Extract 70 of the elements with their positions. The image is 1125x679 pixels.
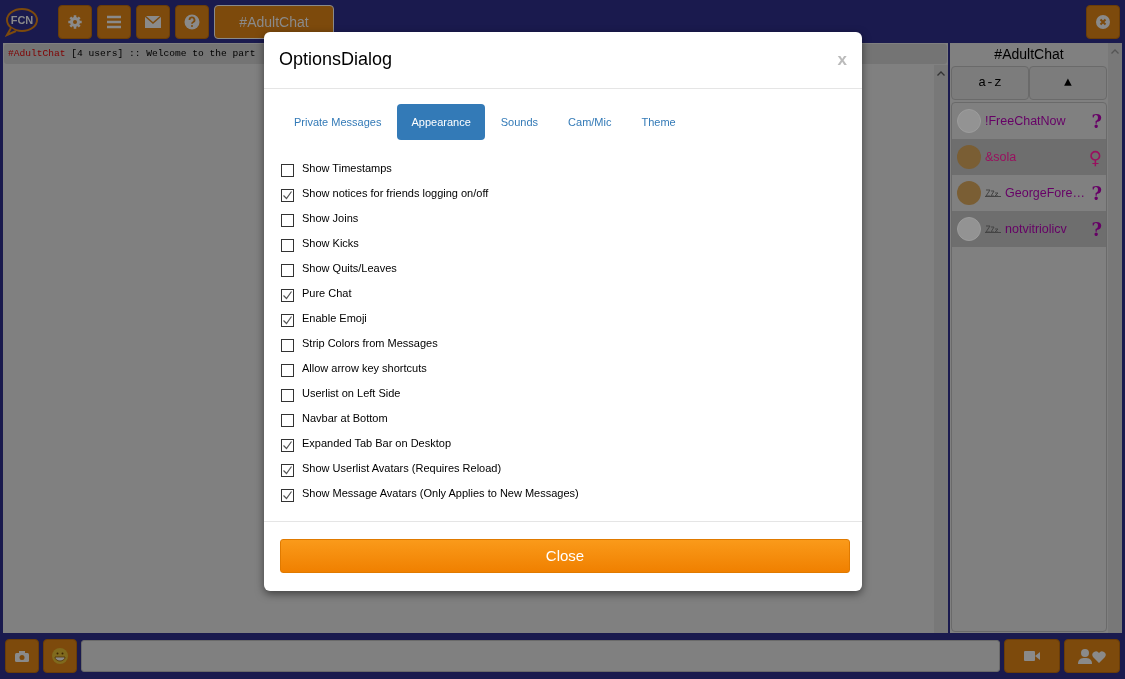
help-button[interactable]	[175, 5, 209, 39]
user-row[interactable]: notvitriolicv ?	[952, 211, 1106, 247]
checkbox[interactable]	[281, 388, 294, 402]
gear-icon	[67, 14, 83, 30]
sort-button[interactable]: a-z	[951, 66, 1029, 100]
smiley-icon	[51, 647, 69, 665]
option-label: Allow arrow key shortcuts	[302, 361, 427, 377]
option-label: Show Joins	[302, 211, 359, 227]
close-icon	[1095, 14, 1111, 30]
close-button[interactable]: Close	[280, 539, 850, 574]
gender-symbol: ?	[1091, 109, 1102, 134]
menu-button[interactable]	[97, 5, 131, 39]
gender-symbol: ♀	[1088, 145, 1102, 170]
checkbox[interactable]	[281, 213, 294, 227]
user-name: GeorgeFore…	[1005, 184, 1085, 202]
menu-icon	[106, 15, 122, 29]
sort-button[interactable]: ▲	[1029, 66, 1107, 100]
camera-icon	[14, 649, 30, 663]
checkbox[interactable]	[281, 413, 294, 427]
video-button[interactable]	[1004, 639, 1060, 673]
option-label: Show Quits/Leaves	[302, 261, 397, 277]
camera-button[interactable]	[5, 639, 39, 673]
dialog-tab[interactable]: Theme	[627, 103, 690, 141]
dialog-tab[interactable]: Cam/Mic	[554, 103, 626, 141]
checkbox[interactable]	[281, 288, 294, 302]
checkbox[interactable]	[281, 438, 294, 452]
checkbox[interactable]	[281, 238, 294, 252]
dialog-tab[interactable]: Appearance	[397, 103, 485, 141]
gender-symbol: ?	[1091, 181, 1102, 206]
mail-button[interactable]	[136, 5, 170, 39]
close-channel-button[interactable]	[1086, 5, 1120, 39]
option-label: Pure Chat	[302, 286, 352, 302]
help-icon	[184, 14, 200, 30]
option-label: Show Timestamps	[302, 161, 392, 177]
option-label: Show Userlist Avatars (Requires Reload)	[302, 461, 502, 477]
option-label: Show notices for friends logging on/off	[302, 186, 489, 202]
user-row[interactable]: GeorgeFore… ?	[952, 175, 1106, 211]
scroll-up-icon[interactable]	[937, 71, 945, 77]
message-input[interactable]	[81, 640, 1000, 672]
option-label: Show Kicks	[302, 236, 359, 252]
settings-button[interactable]	[58, 5, 92, 39]
option-label: Userlist on Left Side	[302, 386, 401, 402]
envelope-icon	[144, 15, 162, 29]
video-camera-icon	[1023, 650, 1041, 662]
user-row[interactable]: !FreeChatNow ?	[952, 103, 1106, 139]
checkbox[interactable]	[281, 163, 294, 177]
dialog-tab[interactable]: Private Messages	[280, 103, 396, 141]
checkbox[interactable]	[281, 338, 294, 352]
gender-symbol: ?	[1091, 217, 1102, 242]
checkbox[interactable]	[281, 263, 294, 277]
checkbox[interactable]	[281, 488, 294, 502]
user-name: !FreeChatNow	[985, 112, 1066, 130]
user-name: notvitriolicv	[1005, 220, 1067, 238]
option-label: Navbar at Bottom	[302, 411, 388, 427]
checkbox[interactable]	[281, 188, 294, 202]
option-label: Expanded Tab Bar on Desktop	[302, 436, 451, 452]
dialog-tab[interactable]: Sounds	[486, 103, 553, 141]
channel-title: #AdultChat	[993, 45, 1065, 64]
checkbox[interactable]	[281, 363, 294, 377]
user-name: &sola	[985, 148, 1017, 166]
checkbox[interactable]	[281, 313, 294, 327]
option-label: Show Message Avatars (Only Applies to New Messages)	[302, 486, 579, 502]
checkbox[interactable]	[281, 463, 294, 477]
friends-button[interactable]	[1064, 639, 1120, 673]
user-heart-icon	[1077, 648, 1107, 664]
away-icon	[985, 189, 1001, 197]
logo-text: FCN	[10, 14, 34, 26]
option-label: Strip Colors from Messages	[302, 336, 438, 352]
option-label: Enable Emoji	[302, 311, 367, 327]
away-icon	[985, 225, 1001, 233]
